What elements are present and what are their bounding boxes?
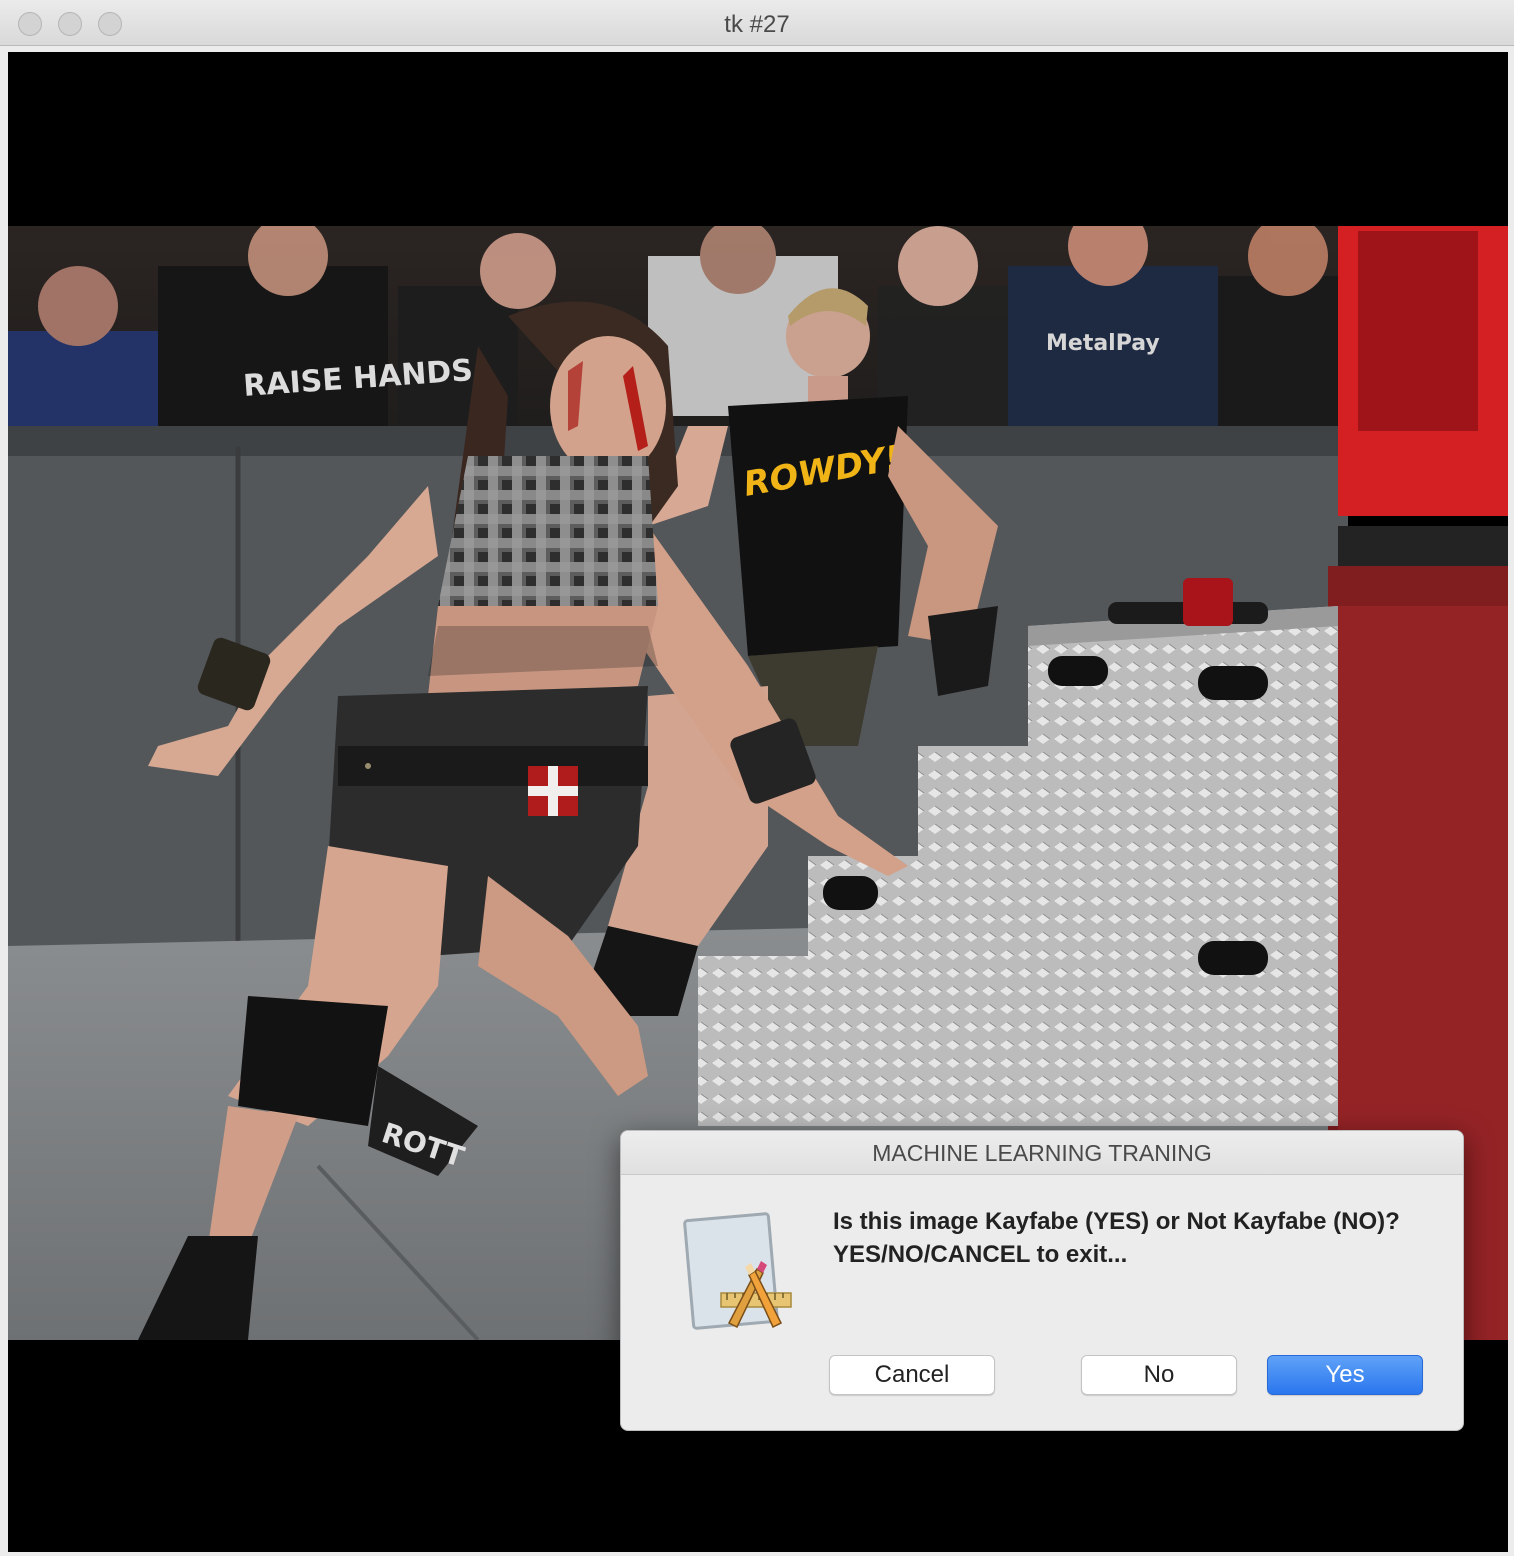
- window-title: tk #27: [724, 11, 790, 38]
- window-titlebar: tk #27: [0, 0, 1514, 46]
- yes-button[interactable]: Yes: [1267, 1355, 1423, 1395]
- question-dialog: MACHINE LEARNING TRANING Is this image K…: [620, 1130, 1464, 1431]
- cancel-button[interactable]: Cancel: [829, 1355, 995, 1395]
- dialog-title: MACHINE LEARNING TRANING: [621, 1131, 1463, 1175]
- no-button[interactable]: No: [1081, 1355, 1237, 1395]
- sponsor-text: MetalPay: [1046, 331, 1160, 356]
- script-editor-icon: [681, 1211, 793, 1331]
- dialog-message: Is this image Kayfabe (YES) or Not Kayfa…: [833, 1208, 1400, 1268]
- cross-emblem: [528, 766, 578, 816]
